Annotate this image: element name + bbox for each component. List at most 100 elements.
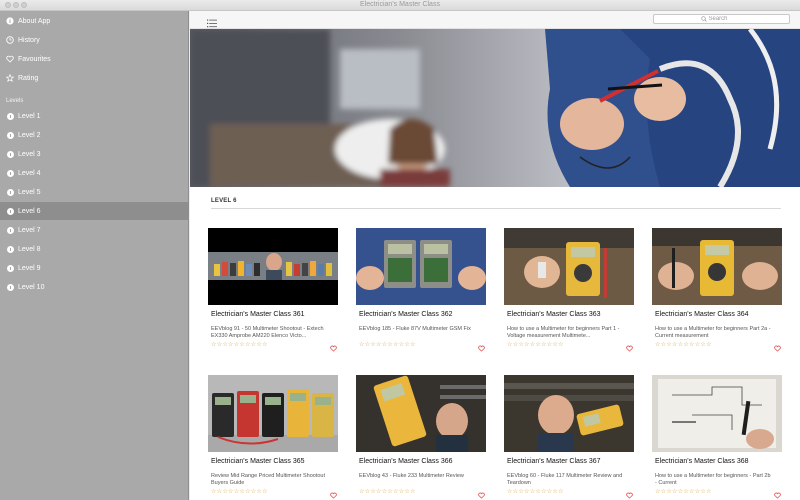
- sidebar-item-level-7[interactable]: Level 7: [0, 221, 189, 239]
- sidebar-item-label: Level 5: [18, 188, 41, 196]
- favourite-heart-icon[interactable]: [626, 486, 633, 499]
- levels-section-title: Levels: [6, 98, 24, 104]
- video-description: EEVblog 43 - Fluke 233 Multimeter Review: [359, 473, 464, 479]
- section-title: LEVEL 6: [211, 198, 237, 204]
- video-card-368[interactable]: Electrician's Master Class 368 How to us…: [652, 375, 782, 500]
- video-card-362[interactable]: Electrician's Master Class 362 EEVblog 1…: [356, 228, 486, 356]
- video-title: Electrician's Master Class 366: [359, 458, 453, 465]
- rating-stars[interactable]: ☆☆☆☆☆☆☆☆☆☆: [359, 341, 416, 348]
- video-title: Electrician's Master Class 361: [211, 311, 305, 318]
- video-description: How to use a Multimeter for beginners - …: [655, 473, 771, 486]
- level-icon: [6, 169, 14, 177]
- rating-stars[interactable]: ☆☆☆☆☆☆☆☆☆☆: [655, 341, 712, 348]
- sidebar-item-label: Level 6: [18, 207, 41, 215]
- video-thumbnail[interactable]: [504, 375, 634, 452]
- level-icon: [6, 264, 14, 272]
- sidebar-item-level-4[interactable]: Level 4: [0, 164, 189, 182]
- rating-stars[interactable]: ☆☆☆☆☆☆☆☆☆☆: [655, 488, 712, 495]
- video-title: Electrician's Master Class 368: [655, 458, 749, 465]
- section-divider: [211, 208, 781, 209]
- clock-icon: [6, 36, 14, 44]
- sidebar-item-history[interactable]: History: [0, 31, 189, 49]
- sidebar-item-about-app[interactable]: About App: [0, 12, 189, 30]
- video-thumbnail[interactable]: [208, 375, 338, 452]
- video-thumbnail[interactable]: [356, 375, 486, 452]
- rating-stars[interactable]: ☆☆☆☆☆☆☆☆☆☆: [359, 488, 416, 495]
- video-card-361[interactable]: Electrician's Master Class 361 EEVblog 9…: [208, 228, 338, 356]
- search-field[interactable]: [653, 14, 790, 24]
- video-description: How to use a Multimeter for beginners Pa…: [507, 326, 620, 339]
- heart-icon: [6, 55, 14, 63]
- star-icon: [6, 74, 14, 82]
- level-icon: [6, 188, 14, 196]
- video-thumbnail[interactable]: [652, 375, 782, 452]
- sidebar-item-level-5[interactable]: Level 5: [0, 183, 189, 201]
- video-card-364[interactable]: Electrician's Master Class 364 How to us…: [652, 228, 782, 356]
- sidebar-item-level-10[interactable]: Level 10: [0, 278, 189, 296]
- favourite-heart-icon[interactable]: [626, 339, 633, 352]
- level-icon: [6, 207, 14, 215]
- sidebar-item-label: Level 8: [18, 245, 41, 253]
- toolbar: [190, 11, 800, 29]
- info-icon: [6, 17, 14, 25]
- window-title: Electrician's Master Class: [360, 1, 440, 8]
- video-description: EEVblog 91 - 50 Multimeter Shootout - Ex…: [211, 326, 324, 339]
- main-content: LEVEL 6 Electrician's Master Class 361 E…: [190, 11, 800, 500]
- title-bar: Electrician's Master Class: [0, 0, 800, 11]
- video-description: How to use a Multimeter for beginners Pa…: [655, 326, 771, 339]
- video-description: EEVblog 185 - Fluke 87V Multimeter GSM F…: [359, 326, 471, 332]
- list-icon[interactable]: [207, 15, 217, 28]
- level-icon: [6, 283, 14, 291]
- sidebar-item-level-2[interactable]: Level 2: [0, 126, 189, 144]
- video-title: Electrician's Master Class 364: [655, 311, 749, 318]
- sidebar-item-favourites[interactable]: Favourites: [0, 50, 189, 68]
- sidebar-item-label: Level 2: [18, 131, 41, 139]
- level-icon: [6, 226, 14, 234]
- video-thumbnail[interactable]: [208, 228, 338, 305]
- search-input[interactable]: [708, 16, 743, 22]
- favourite-heart-icon[interactable]: [774, 339, 781, 352]
- sidebar-item-level-9[interactable]: Level 9: [0, 259, 189, 277]
- video-title: Electrician's Master Class 367: [507, 458, 601, 465]
- favourite-heart-icon[interactable]: [774, 486, 781, 499]
- rating-stars[interactable]: ☆☆☆☆☆☆☆☆☆☆: [211, 488, 268, 495]
- rating-stars[interactable]: ☆☆☆☆☆☆☆☆☆☆: [211, 341, 268, 348]
- favourite-heart-icon[interactable]: [478, 339, 485, 352]
- level-icon: [6, 131, 14, 139]
- sidebar-item-label: Level 1: [18, 112, 41, 120]
- sidebar-item-label: Level 7: [18, 226, 41, 234]
- sidebar-item-level-1[interactable]: Level 1: [0, 107, 189, 125]
- sidebar-item-label: Level 3: [18, 150, 41, 158]
- sidebar-item-label: Rating: [18, 74, 39, 82]
- sidebar-item-rating[interactable]: Rating: [0, 69, 189, 87]
- sidebar-item-label: About App: [18, 17, 51, 25]
- level-icon: [6, 150, 14, 158]
- video-card-366[interactable]: Electrician's Master Class 366 EEVblog 4…: [356, 375, 486, 500]
- video-thumbnail[interactable]: [504, 228, 634, 305]
- sidebar-item-label: Level 9: [18, 264, 41, 272]
- favourite-heart-icon[interactable]: [330, 339, 337, 352]
- search-icon: [700, 16, 707, 22]
- sidebar-item-label: Level 10: [18, 283, 45, 291]
- rating-stars[interactable]: ☆☆☆☆☆☆☆☆☆☆: [507, 488, 564, 495]
- video-title: Electrician's Master Class 365: [211, 458, 305, 465]
- sidebar-item-label: Favourites: [18, 55, 51, 63]
- favourite-heart-icon[interactable]: [330, 486, 337, 499]
- sidebar-item-label: History: [18, 36, 40, 44]
- favourite-heart-icon[interactable]: [478, 486, 485, 499]
- video-card-363[interactable]: Electrician's Master Class 363 How to us…: [504, 228, 634, 356]
- sidebar-item-level-3[interactable]: Level 3: [0, 145, 189, 163]
- sidebar-item-level-6[interactable]: Level 6: [0, 202, 189, 220]
- video-card-367[interactable]: Electrician's Master Class 367 EEVblog 6…: [504, 375, 634, 500]
- video-thumbnail[interactable]: [652, 228, 782, 305]
- video-thumbnail[interactable]: [356, 228, 486, 305]
- rating-stars[interactable]: ☆☆☆☆☆☆☆☆☆☆: [507, 341, 564, 348]
- sidebar-item-level-8[interactable]: Level 8: [0, 240, 189, 258]
- level-icon: [6, 112, 14, 120]
- video-description: EEVblog 60 - Fluke 117 Multimeter Review…: [507, 473, 623, 486]
- video-title: Electrician's Master Class 362: [359, 311, 453, 318]
- video-card-365[interactable]: Electrician's Master Class 365 Review Mi…: [208, 375, 338, 500]
- level-icon: [6, 245, 14, 253]
- hero-banner-image: [190, 29, 800, 187]
- video-description: Review Mid Range Priced Multimeter Shoot…: [211, 473, 326, 486]
